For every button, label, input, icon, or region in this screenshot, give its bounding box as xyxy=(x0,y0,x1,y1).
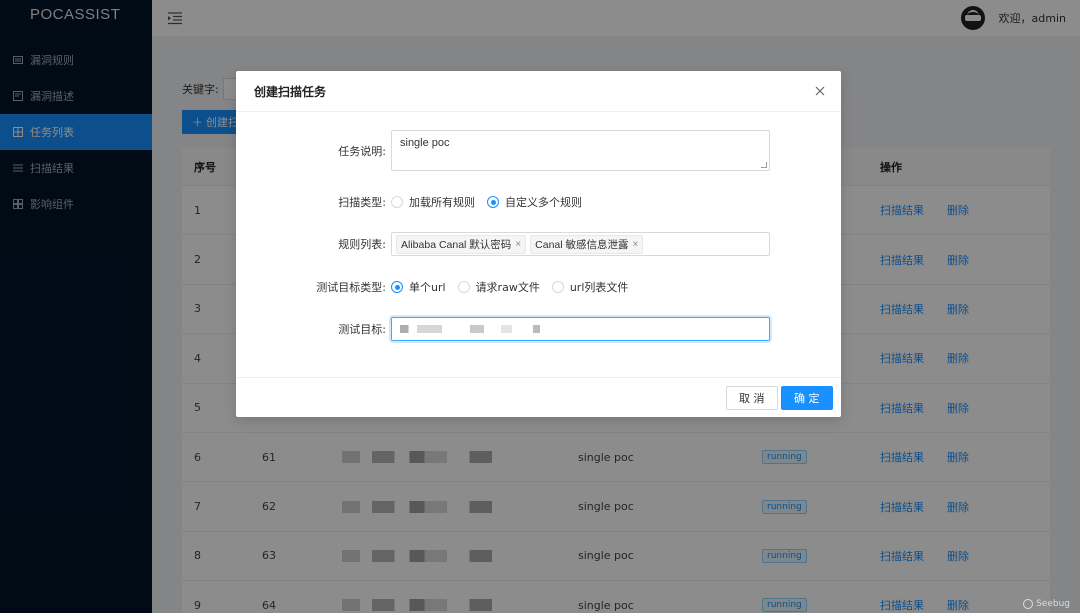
ok-button[interactable]: 确 定 xyxy=(781,386,833,410)
target-type-raw-radio[interactable]: 请求raw文件 xyxy=(457,279,540,295)
radio-label: 单个url xyxy=(409,281,446,294)
target-type-url-radio[interactable]: 单个url xyxy=(391,279,446,295)
target-label: 测试目标: xyxy=(338,323,386,336)
seebug-logo-icon xyxy=(1023,599,1034,609)
form-row-target-type: 测试目标类型: 单个url 请求raw文件 url列表文件 xyxy=(236,279,841,295)
scan-type-all-radio[interactable]: 加载所有规则 xyxy=(391,194,475,210)
watermark: Seebug xyxy=(1023,599,1070,609)
target-type-list-radio[interactable]: url列表文件 xyxy=(551,279,629,295)
form-row-target: 测试目标: xyxy=(236,317,841,341)
radio-checked-icon xyxy=(487,196,499,208)
radio-label: 加载所有规则 xyxy=(409,196,475,209)
target-type-label: 测试目标类型: xyxy=(316,281,386,294)
radio-unchecked-icon xyxy=(457,281,470,293)
watermark-text: Seebug xyxy=(1036,599,1070,609)
description-textarea[interactable]: single poc xyxy=(391,130,770,171)
remove-chip-icon[interactable]: × xyxy=(633,239,639,250)
radio-checked-icon xyxy=(391,281,403,293)
redacted-target-value xyxy=(400,325,540,333)
create-task-modal: 创建扫描任务 任务说明: single poc 扫描类型: 加载所有规则 自定义… xyxy=(236,71,841,417)
description-value: single poc xyxy=(400,137,450,149)
radio-label: 请求raw文件 xyxy=(475,281,540,294)
modal-header: 创建扫描任务 xyxy=(236,71,841,112)
radio-label: url列表文件 xyxy=(569,281,629,294)
rules-multiselect[interactable]: Alibaba Canal 默认密码 × Canal 敏感信息泄露 × xyxy=(391,232,770,256)
modal-title: 创建扫描任务 xyxy=(254,84,327,99)
radio-unchecked-icon xyxy=(551,281,564,293)
rules-label: 规则列表: xyxy=(338,238,386,251)
rule-chip: Canal 敏感信息泄露 × xyxy=(530,234,644,254)
resize-handle-icon[interactable] xyxy=(761,162,767,168)
form-row-scan-type: 扫描类型: 加载所有规则 自定义多个规则 xyxy=(236,194,841,210)
radio-label: 自定义多个规则 xyxy=(505,196,582,209)
radio-unchecked-icon xyxy=(391,196,403,208)
target-type-radio-group: 单个url 请求raw文件 url列表文件 xyxy=(391,279,640,295)
form-row-rules: 规则列表: Alibaba Canal 默认密码 × Canal 敏感信息泄露 … xyxy=(236,232,841,256)
description-label: 任务说明: xyxy=(338,144,386,158)
rule-chip: Alibaba Canal 默认密码 × xyxy=(396,234,527,254)
remove-chip-icon[interactable]: × xyxy=(515,239,521,250)
rule-chip-label: Alibaba Canal 默认密码 xyxy=(401,238,512,251)
form-row-description: 任务说明: single poc xyxy=(236,130,841,171)
rule-chip-label: Canal 敏感信息泄露 xyxy=(535,238,629,251)
cancel-button[interactable]: 取 消 xyxy=(726,386,778,410)
close-icon[interactable] xyxy=(813,84,827,98)
scan-type-custom-radio[interactable]: 自定义多个规则 xyxy=(487,194,582,210)
modal-footer: 取 消 确 定 xyxy=(236,377,841,417)
target-input[interactable] xyxy=(391,317,770,341)
scan-type-label: 扫描类型: xyxy=(338,196,386,209)
scan-type-radio-group: 加载所有规则 自定义多个规则 xyxy=(391,194,594,210)
